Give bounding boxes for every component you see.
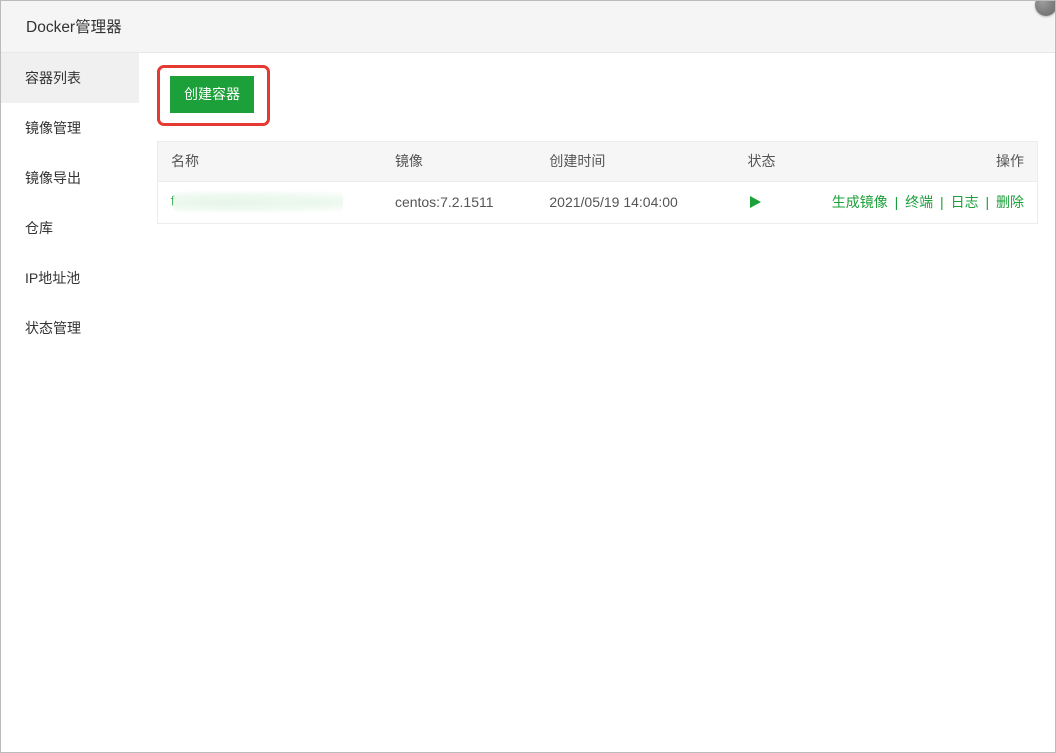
sidebar-item-label: 镜像导出 <box>25 168 81 188</box>
page-title: Docker管理器 <box>26 15 122 37</box>
action-build-image[interactable]: 生成镜像 <box>832 194 888 210</box>
highlight-annotation: 创建容器 <box>157 65 270 126</box>
cell-image: centos:7.2.1511 <box>382 181 536 223</box>
cell-create-time: 2021/05/19 14:04:00 <box>536 181 734 223</box>
play-icon[interactable] <box>748 195 762 209</box>
cell-name: f <box>158 181 382 223</box>
header: Docker管理器 <box>0 0 1056 53</box>
main: 创建容器 名称 镜像 创建时间 状态 操作 f centos:7.2.1511 <box>139 53 1056 753</box>
col-header-create-time: 创建时间 <box>536 141 734 181</box>
table-header-row: 名称 镜像 创建时间 状态 操作 <box>158 141 1038 181</box>
body: 容器列表 镜像管理 镜像导出 仓库 IP地址池 状态管理 创建容器 名称 镜像 <box>0 53 1056 753</box>
table-row: f centos:7.2.1511 2021/05/19 14:04:00 生成… <box>158 181 1038 223</box>
col-header-image: 镜像 <box>382 141 536 181</box>
sidebar-item-image-export[interactable]: 镜像导出 <box>0 153 139 203</box>
sidebar-item-label: 状态管理 <box>25 318 81 338</box>
corner-handle-icon[interactable] <box>1035 0 1056 16</box>
cell-operate: 生成镜像 | 终端 | 日志 | 删除 <box>819 181 1038 223</box>
action-separator: | <box>895 194 899 210</box>
sidebar-item-registry[interactable]: 仓库 <box>0 203 139 253</box>
action-terminal[interactable]: 终端 <box>905 194 933 210</box>
sidebar-item-containers[interactable]: 容器列表 <box>0 53 139 103</box>
create-container-button[interactable]: 创建容器 <box>170 76 254 113</box>
action-separator: | <box>985 194 989 210</box>
col-header-operate: 操作 <box>819 141 1038 181</box>
action-logs[interactable]: 日志 <box>951 194 979 210</box>
sidebar-item-label: IP地址池 <box>25 268 80 288</box>
redacted-name-blur <box>173 191 343 213</box>
col-header-status: 状态 <box>735 141 819 181</box>
cell-status <box>735 181 819 223</box>
sidebar-item-label: 镜像管理 <box>25 118 81 138</box>
container-table: 名称 镜像 创建时间 状态 操作 f centos:7.2.1511 2021/… <box>157 141 1038 224</box>
sidebar-item-label: 容器列表 <box>25 68 81 88</box>
action-separator: | <box>940 194 944 210</box>
sidebar-item-status[interactable]: 状态管理 <box>0 303 139 353</box>
sidebar-item-images[interactable]: 镜像管理 <box>0 103 139 153</box>
action-delete[interactable]: 删除 <box>996 194 1024 210</box>
sidebar: 容器列表 镜像管理 镜像导出 仓库 IP地址池 状态管理 <box>0 53 139 753</box>
sidebar-item-ip-pool[interactable]: IP地址池 <box>0 253 139 303</box>
col-header-name: 名称 <box>158 141 382 181</box>
sidebar-item-label: 仓库 <box>25 218 53 238</box>
